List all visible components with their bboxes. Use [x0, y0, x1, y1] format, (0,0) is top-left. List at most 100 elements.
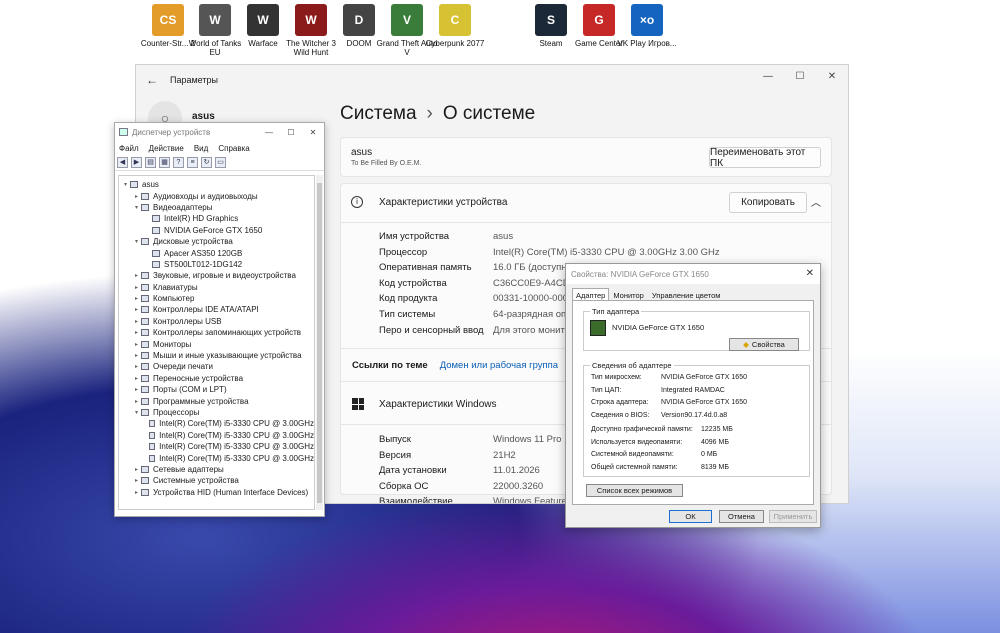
desktop-icon[interactable]: ×o VK Play Игров...: [616, 4, 678, 48]
tree-item[interactable]: ▾ Процессоры: [119, 407, 314, 418]
tree-item[interactable]: ▸ Программные устройства: [119, 395, 314, 406]
desktop-icon[interactable]: C Cyberpunk 2077: [424, 4, 486, 48]
info-label: Общей системной памяти:: [591, 463, 678, 471]
link-domain[interactable]: Домен или рабочая группа: [440, 360, 558, 371]
close-icon[interactable]: ✕: [816, 65, 848, 87]
monitor-icon[interactable]: ▭: [215, 157, 226, 168]
tree-item[interactable]: Apacer AS350 120GB: [119, 247, 314, 258]
tree-item[interactable]: Intel(R) Core(TM) i5-3330 CPU @ 3.00GHz: [119, 441, 314, 452]
tree-item-label: Звуковые, игровые и видеоустройства: [153, 271, 296, 281]
info-value: 4096 МБ: [701, 438, 729, 446]
tree-item[interactable]: ▾ Видеоадаптеры: [119, 202, 314, 213]
tree-item[interactable]: ▾ Дисковые устройства: [119, 236, 314, 247]
maximize-icon[interactable]: ☐: [280, 123, 302, 141]
tree-item-label: Видеоадаптеры: [153, 202, 213, 212]
adapter-name: NVIDIA GeForce GTX 1650: [612, 323, 705, 332]
cancel-button[interactable]: Отмена: [719, 510, 764, 523]
tree-item[interactable]: NVIDIA GeForce GTX 1650: [119, 225, 314, 236]
scrollbar-thumb[interactable]: [317, 183, 322, 503]
chevron-right-icon[interactable]: ▸: [132, 329, 141, 336]
properties-icon[interactable]: ▦: [159, 157, 170, 168]
tree-item[interactable]: ▸ Клавиатуры: [119, 282, 314, 293]
adapter-info-group: Сведения об адаптере Тип микросхем: NVIDI…: [583, 361, 810, 477]
adapter-properties-button[interactable]: ◆ Свойства: [729, 338, 799, 351]
back-icon[interactable]: ◀: [117, 157, 128, 168]
chevron-right-icon[interactable]: ▸: [132, 477, 141, 484]
page-title: О системе: [442, 103, 536, 124]
back-arrow-icon[interactable]: ←: [146, 73, 158, 87]
tree-item[interactable]: ▸ Звуковые, игровые и видеоустройства: [119, 270, 314, 281]
device-icon: [141, 374, 149, 382]
tree-item[interactable]: ▸ Порты (COM и LPT): [119, 384, 314, 395]
tree-item[interactable]: ▸ Контроллеры IDE ATA/ATAPI: [119, 304, 314, 315]
tree-item[interactable]: ▸ Контроллеры запоминающих устройств: [119, 327, 314, 338]
tree-item[interactable]: ▾ asus: [119, 179, 314, 190]
chevron-right-icon[interactable]: ▸: [132, 352, 141, 359]
chevron-right-icon[interactable]: ▸: [132, 398, 141, 405]
chevron-down-icon[interactable]: ▾: [121, 181, 130, 188]
tree-item[interactable]: Intel(R) Core(TM) i5-3330 CPU @ 3.00GHz: [119, 430, 314, 441]
tree-item[interactable]: ▸ Аудиовходы и аудиовыходы: [119, 190, 314, 201]
menu-item[interactable]: Файл: [119, 144, 139, 153]
chevron-right-icon[interactable]: ▸: [132, 386, 141, 393]
list-icon[interactable]: ≡: [187, 157, 198, 168]
chevron-right-icon[interactable]: ▸: [132, 489, 141, 496]
chevron-right-icon[interactable]: ▸: [132, 375, 141, 382]
tree-item-label: Процессоры: [153, 408, 200, 417]
tree-item[interactable]: ▸ Контроллеры USB: [119, 316, 314, 327]
tree-item[interactable]: ▸ Переносные устройства: [119, 373, 314, 384]
apply-button[interactable]: Применить: [769, 510, 817, 523]
chevron-right-icon[interactable]: ▸: [132, 306, 141, 313]
refresh-icon[interactable]: ↻: [201, 157, 212, 168]
chevron-right-icon[interactable]: ▸: [132, 295, 141, 302]
tree-item[interactable]: ▸ Устройства HID (Human Interface Devices…: [119, 487, 314, 498]
tree-item[interactable]: ▸ Системные устройства: [119, 475, 314, 486]
tree-item[interactable]: ST500LT012-1DG142: [119, 259, 314, 270]
tree-item[interactable]: ▸ Мониторы: [119, 338, 314, 349]
tree-item[interactable]: ▸ Очереди печати: [119, 361, 314, 372]
chevron-down-icon[interactable]: ▾: [132, 204, 141, 211]
menu-item[interactable]: Действие: [149, 144, 184, 153]
tree-item[interactable]: Intel(R) Core(TM) i5-3330 CPU @ 3.00GHz: [119, 452, 314, 463]
app-icon: W: [247, 4, 279, 36]
close-icon[interactable]: ✕: [806, 268, 814, 279]
chevron-down-icon[interactable]: ▾: [132, 238, 141, 245]
breadcrumb-parent[interactable]: Система: [340, 103, 417, 124]
chevron-up-icon[interactable]: ︿: [811, 194, 821, 209]
tree-item[interactable]: Intel(R) Core(TM) i5-3330 CPU @ 3.00GHz: [119, 418, 314, 429]
menu-item[interactable]: Справка: [218, 144, 249, 153]
devmgr-scrollbar[interactable]: [316, 175, 323, 510]
tree-item[interactable]: Intel(R) HD Graphics: [119, 213, 314, 224]
tree-item[interactable]: ▸ Сетевые адаптеры: [119, 464, 314, 475]
minimize-icon[interactable]: —: [258, 123, 280, 141]
forward-icon[interactable]: ▶: [131, 157, 142, 168]
spec-value: 22000.3260: [493, 480, 544, 492]
tree-item-label: Мониторы: [153, 339, 192, 349]
close-icon[interactable]: ✕: [302, 123, 324, 141]
list-all-modes-button[interactable]: Список всех режимов: [586, 484, 683, 497]
chevron-right-icon[interactable]: ▸: [132, 466, 141, 473]
ok-button[interactable]: ОК: [669, 510, 712, 523]
pc-name-card: asus To Be Filled By O.E.M. Переименоват…: [340, 137, 832, 177]
windows-logo-icon: [352, 398, 364, 410]
rename-pc-button[interactable]: Переименовать этот ПК: [709, 147, 821, 169]
chevron-down-icon[interactable]: ▾: [132, 409, 141, 416]
tree-item[interactable]: ▸ Мыши и иные указывающие устройства: [119, 350, 314, 361]
chevron-right-icon[interactable]: ▸: [132, 272, 141, 279]
view-icon[interactable]: ▤: [145, 157, 156, 168]
spec-value: Intel(R) Core(TM) i5-3330 CPU @ 3.00GHz …: [493, 246, 720, 258]
copy-button[interactable]: Копировать: [729, 192, 807, 213]
chevron-right-icon[interactable]: ▸: [132, 193, 141, 200]
device-icon: [152, 226, 160, 234]
menu-item[interactable]: Вид: [194, 144, 208, 153]
device-manager-window: Диспетчер устройств — ☐ ✕ Файл Действие Ви…: [114, 122, 325, 517]
minimize-icon[interactable]: —: [752, 65, 784, 87]
spec-label: Взаимодействие: [379, 496, 453, 504]
chevron-right-icon[interactable]: ▸: [132, 284, 141, 291]
chevron-right-icon[interactable]: ▸: [132, 363, 141, 370]
chevron-right-icon[interactable]: ▸: [132, 318, 141, 325]
chevron-right-icon[interactable]: ▸: [132, 341, 141, 348]
help-icon[interactable]: ?: [173, 157, 184, 168]
maximize-icon[interactable]: ☐: [784, 65, 816, 87]
tree-item[interactable]: ▸ Компьютер: [119, 293, 314, 304]
